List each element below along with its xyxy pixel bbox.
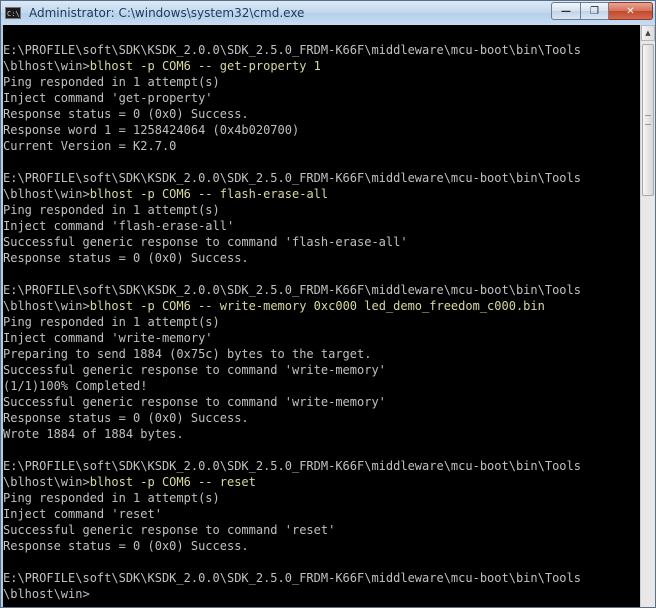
command-text: blhost -p COM6 -- get-property 1	[89, 59, 321, 73]
console-line: \blhost\win>blhost -p COM6 -- flash-eras…	[3, 186, 640, 202]
console-line: Successful generic response to command '…	[3, 522, 640, 538]
console-line: Response word 1 = 1258424064 (0x4b020700…	[3, 122, 640, 138]
console-line: (1/1)100% Completed!	[3, 378, 640, 394]
console-line: Response status = 0 (0x0) Success.	[3, 410, 640, 426]
console-line: Inject command 'get-property'	[3, 90, 640, 106]
minimize-icon: —	[561, 5, 571, 17]
console-lines: E:\PROFILE\soft\SDK\KSDK_2.0.0\SDK_2.5.0…	[3, 42, 640, 602]
line-text: E:\PROFILE\soft\SDK\KSDK_2.0.0\SDK_2.5.0…	[3, 283, 581, 297]
console-line: Inject command 'write-memory'	[3, 330, 640, 346]
cmd-app-icon[interactable]: C:\	[5, 7, 21, 19]
console-line: Response status = 0 (0x0) Success.	[3, 538, 640, 554]
console-output[interactable]: E:\PROFILE\soft\SDK\KSDK_2.0.0\SDK_2.5.0…	[3, 25, 640, 607]
console-line: Ping responded in 1 attempt(s)	[3, 314, 640, 330]
close-button[interactable]: ✕	[609, 2, 653, 20]
console-line: Inject command 'reset'	[3, 506, 640, 522]
line-text: Response status = 0 (0x0) Success.	[3, 107, 249, 121]
console-line: Ping responded in 1 attempt(s)	[3, 490, 640, 506]
line-text: Response status = 0 (0x0) Success.	[3, 251, 249, 265]
command-text: blhost -p COM6 -- flash-erase-all	[89, 187, 329, 201]
cmd-window: C:\ Administrator: C:\windows\system32\c…	[0, 0, 656, 608]
console-line: E:\PROFILE\soft\SDK\KSDK_2.0.0\SDK_2.5.0…	[3, 458, 640, 474]
console-line: E:\PROFILE\soft\SDK\KSDK_2.0.0\SDK_2.5.0…	[3, 282, 640, 298]
line-text: Successful generic response to command '…	[3, 523, 336, 537]
line-text: Wrote 1884 of 1884 bytes.	[3, 427, 184, 441]
scroll-grip-icon	[645, 115, 651, 125]
line-text: Ping responded in 1 attempt(s)	[3, 315, 220, 329]
console-line: \blhost\win>blhost -p COM6 -- write-memo…	[3, 298, 640, 314]
console-line: \blhost\win>blhost -p COM6 -- get-proper…	[3, 58, 640, 74]
close-icon: ✕	[626, 5, 635, 17]
maximize-button[interactable]: ❐	[581, 2, 609, 20]
console-line: Successful generic response to command '…	[3, 394, 640, 410]
console-line: \blhost\win>blhost -p COM6 -- reset	[3, 474, 640, 490]
line-text: Ping responded in 1 attempt(s)	[3, 75, 220, 89]
line-text: Inject command 'write-memory'	[3, 331, 213, 345]
command-text: blhost -p COM6 -- reset	[89, 475, 256, 489]
scroll-up-button[interactable]: ▲	[641, 25, 655, 41]
console-line: Successful generic response to command '…	[3, 362, 640, 378]
console-line: Ping responded in 1 attempt(s)	[3, 74, 640, 90]
console-line: \blhost\win>	[3, 586, 640, 602]
line-text: Current Version = K2.7.0	[3, 139, 177, 153]
line-text: Inject command 'get-property'	[3, 91, 213, 105]
line-text: Successful generic response to command '…	[3, 235, 408, 249]
line-text: Response status = 0 (0x0) Success.	[3, 411, 249, 425]
console-line: Ping responded in 1 attempt(s)	[3, 202, 640, 218]
window-title: Administrator: C:\windows\system32\cmd.e…	[29, 6, 305, 20]
console-line: E:\PROFILE\soft\SDK\KSDK_2.0.0\SDK_2.5.0…	[3, 42, 640, 58]
line-text: E:\PROFILE\soft\SDK\KSDK_2.0.0\SDK_2.5.0…	[3, 43, 581, 57]
line-text: Response word 1 = 1258424064 (0x4b020700…	[3, 123, 300, 137]
prompt-text: \blhost\win>	[3, 187, 90, 201]
line-text: Response status = 0 (0x0) Success.	[3, 539, 249, 553]
line-text: Preparing to send 1884 (0x75c) bytes to …	[3, 347, 372, 361]
line-text: Ping responded in 1 attempt(s)	[3, 203, 220, 217]
console-line: Inject command 'flash-erase-all'	[3, 218, 640, 234]
line-text: Inject command 'flash-erase-all'	[3, 219, 235, 233]
console-line: Response status = 0 (0x0) Success.	[3, 106, 640, 122]
prompt-text: \blhost\win>	[3, 299, 90, 313]
minimize-button[interactable]: —	[551, 2, 581, 20]
line-text: Successful generic response to command '…	[3, 363, 386, 377]
console-line: Response status = 0 (0x0) Success.	[3, 250, 640, 266]
console-line: E:\PROFILE\soft\SDK\KSDK_2.0.0\SDK_2.5.0…	[3, 570, 640, 586]
console-line: Preparing to send 1884 (0x75c) bytes to …	[3, 346, 640, 362]
prompt-text: \blhost\win>	[3, 59, 90, 73]
arrow-up-icon: ▲	[645, 29, 651, 37]
console-line: Current Version = K2.7.0	[3, 138, 640, 154]
title-bar[interactable]: C:\ Administrator: C:\windows\system32\c…	[1, 1, 655, 25]
line-text: Ping responded in 1 attempt(s)	[3, 491, 220, 505]
line-text: E:\PROFILE\soft\SDK\KSDK_2.0.0\SDK_2.5.0…	[3, 459, 581, 473]
prompt-text: \blhost\win>	[3, 587, 90, 601]
vertical-scrollbar[interactable]: ▲	[640, 25, 655, 607]
console-line: E:\PROFILE\soft\SDK\KSDK_2.0.0\SDK_2.5.0…	[3, 170, 640, 186]
maximize-icon: ❐	[590, 5, 599, 17]
prompt-text: \blhost\win>	[3, 475, 90, 489]
line-text: Inject command 'reset'	[3, 507, 162, 521]
line-text: E:\PROFILE\soft\SDK\KSDK_2.0.0\SDK_2.5.0…	[3, 571, 581, 585]
command-text: blhost -p COM6 -- write-memory 0xc000 le…	[89, 299, 545, 313]
scroll-thumb[interactable]	[642, 44, 654, 196]
line-text: E:\PROFILE\soft\SDK\KSDK_2.0.0\SDK_2.5.0…	[3, 171, 581, 185]
caption-buttons: — ❐ ✕	[551, 2, 653, 20]
console-line: Successful generic response to command '…	[3, 234, 640, 250]
line-text: Successful generic response to command '…	[3, 395, 386, 409]
line-text: (1/1)100% Completed!	[3, 379, 148, 393]
console-line: Wrote 1884 of 1884 bytes.	[3, 426, 640, 442]
